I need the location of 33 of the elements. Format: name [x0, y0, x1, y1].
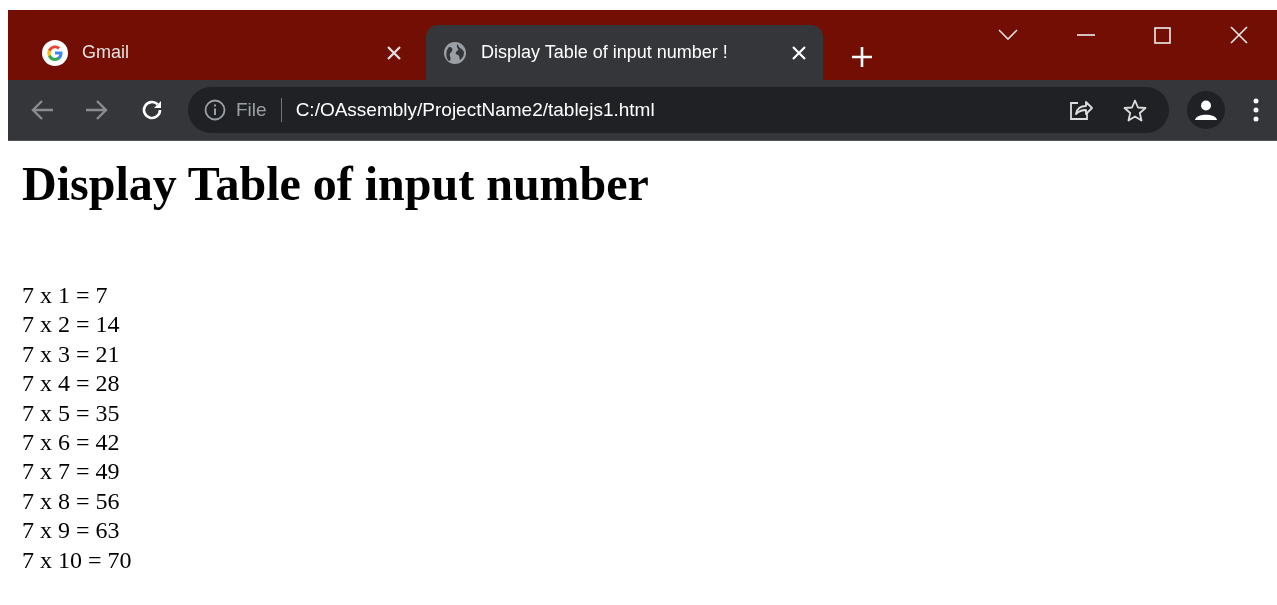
person-icon: [1195, 100, 1217, 120]
plus-icon[interactable]: [851, 46, 873, 68]
profile-button[interactable]: [1187, 91, 1225, 129]
page-heading: Display Table of input number: [22, 156, 649, 212]
reload-icon[interactable]: [140, 98, 164, 122]
menu-icon[interactable]: [1253, 98, 1259, 122]
google-icon: [42, 39, 68, 66]
table-line: 7 x 8 = 56: [22, 486, 120, 516]
browser-tab[interactable]: Gmail: [25, 25, 418, 80]
share-icon[interactable]: [1069, 99, 1093, 121]
back-icon[interactable]: [30, 99, 54, 121]
table-line: 7 x 9 = 63: [22, 516, 120, 546]
table-line: 7 x 5 = 35: [22, 398, 120, 428]
table-line: 7 x 4 = 28: [22, 369, 120, 399]
table-line: 7 x 2 = 14: [22, 310, 120, 340]
chevron-down-icon[interactable]: [998, 29, 1018, 41]
close-icon[interactable]: [386, 44, 402, 61]
tab-title: Display Table of input number !: [481, 42, 729, 63]
star-icon[interactable]: [1123, 98, 1147, 122]
table-line: 7 x 10 = 70: [22, 545, 132, 575]
maximize-icon[interactable]: [1154, 26, 1171, 44]
table-line: 7 x 3 = 21: [22, 339, 120, 369]
table-line: 7 x 1 = 7: [22, 281, 108, 310]
close-icon[interactable]: [1230, 26, 1248, 44]
info-icon[interactable]: [204, 99, 226, 121]
browser-tab[interactable]: Display Table of input number !: [426, 25, 823, 80]
table-line: 7 x 6 = 42: [22, 428, 120, 458]
scheme-label: File: [236, 99, 267, 121]
table-line: 7 x 7 = 49: [22, 457, 120, 487]
globe-icon: [443, 40, 467, 65]
tab-title: Gmail: [82, 42, 130, 63]
forward-icon[interactable]: [85, 99, 109, 121]
address-field[interactable]: C:/OAssembly/ProjectName2/tablejs1.html: [295, 99, 1069, 121]
